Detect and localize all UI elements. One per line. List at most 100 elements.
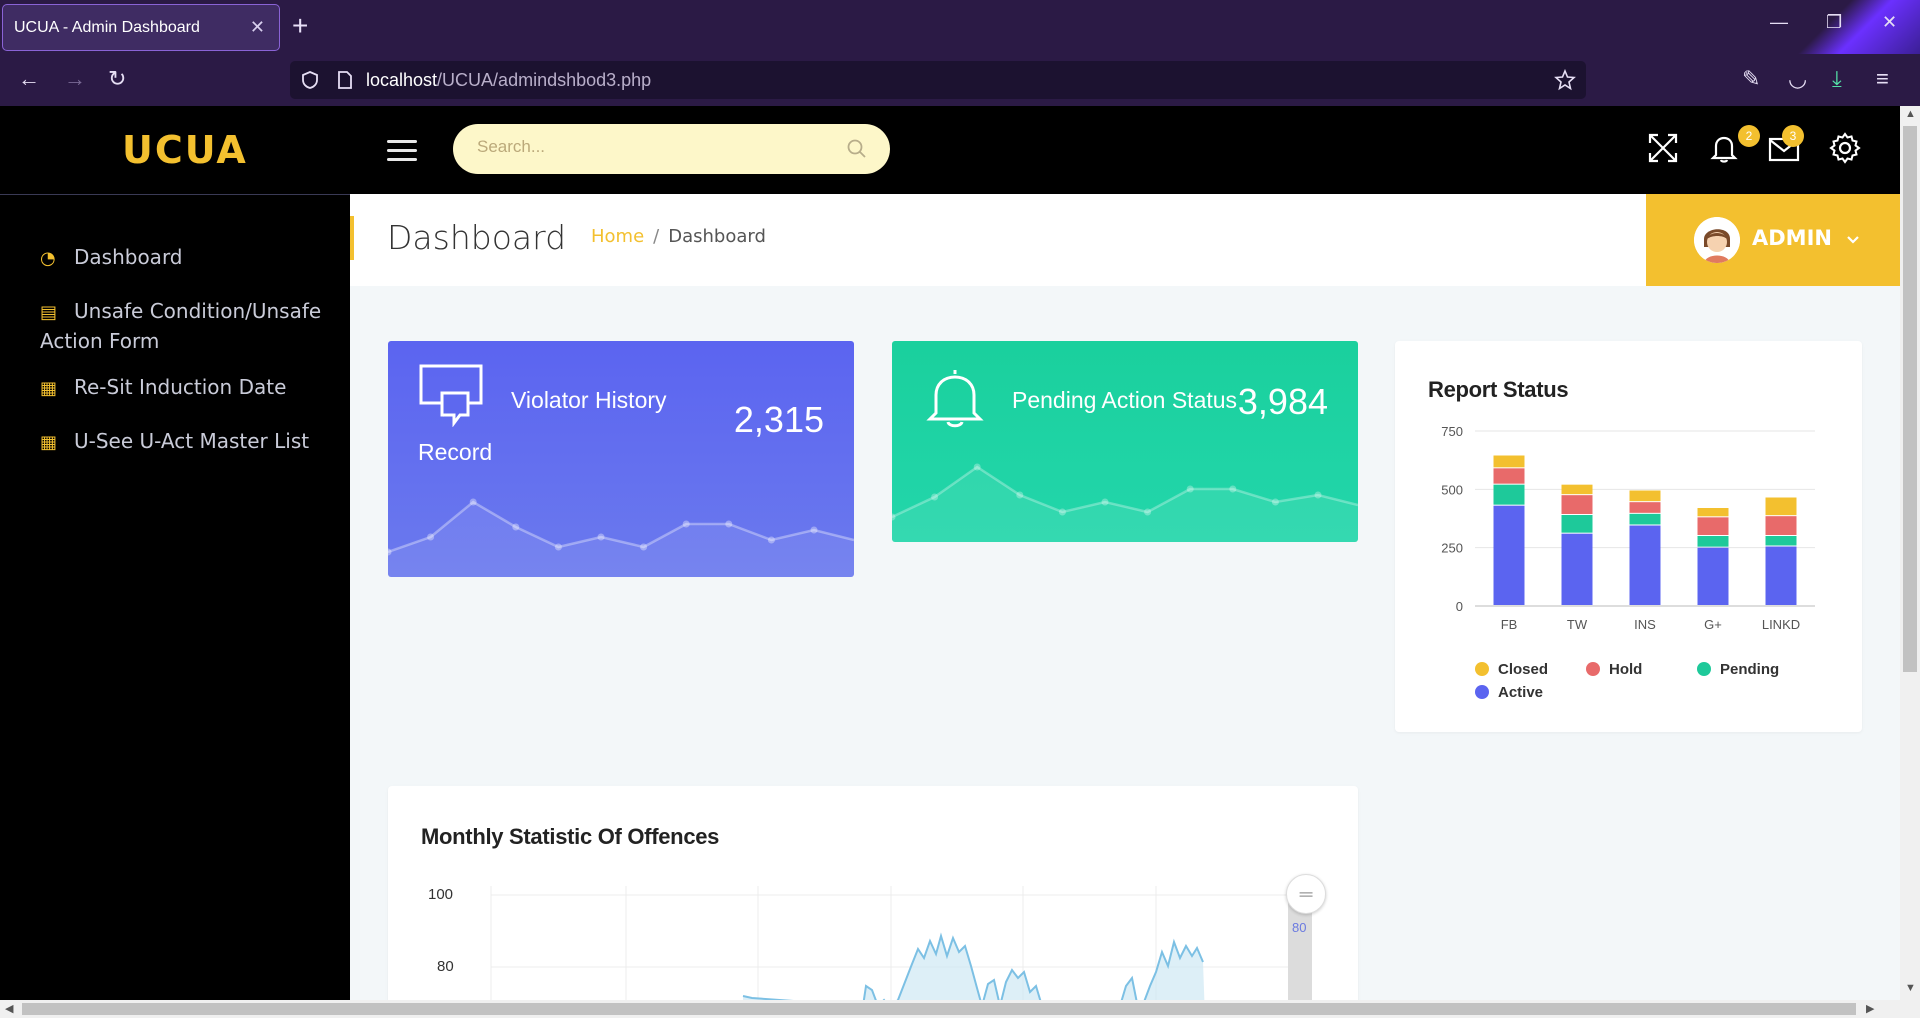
sparkline-point — [469, 498, 477, 506]
restore-icon[interactable]: ❐ — [1826, 12, 1842, 33]
sparkline-point — [973, 463, 981, 471]
legend-active[interactable]: Active — [1475, 684, 1543, 701]
sidebar-item-resit-date[interactable]: ▦ Re-Sit Induction Date — [40, 373, 330, 403]
bar-segment-hold — [1697, 517, 1729, 535]
new-tab-button[interactable]: + — [292, 10, 308, 42]
sidebar-item-label: U-See U-Act Master List — [74, 429, 310, 453]
document-icon: ▤ — [40, 302, 58, 323]
user-menu[interactable]: ADMIN — [1646, 194, 1900, 286]
close-tab-icon[interactable]: ✕ — [250, 17, 265, 38]
back-icon[interactable]: ← — [18, 66, 40, 92]
report-status-panel: Report Status 0 250 500 750 FB TW INS G+ LINKD C… — [1395, 341, 1862, 732]
sparkline-point — [767, 536, 775, 544]
legend-dot — [1586, 662, 1600, 676]
legend-hold[interactable]: Hold — [1586, 661, 1642, 678]
bar-segment-active — [1697, 547, 1729, 605]
sidebar-item-label: Re-Sit Induction Date — [74, 375, 287, 399]
fullscreen-icon[interactable] — [1647, 132, 1679, 164]
bookmark-star-icon[interactable] — [1554, 69, 1576, 91]
legend-closed[interactable]: Closed — [1475, 661, 1548, 678]
monthly-statistic-panel: Monthly Statistic Of Offences 100 80 ═ 8… — [388, 786, 1358, 1000]
scrollbar-thumb[interactable] — [1903, 126, 1917, 672]
sidebar-item-unsafe-form[interactable]: ▤ Unsafe Condition/Unsafe Action Form — [40, 297, 330, 355]
shield-icon — [302, 71, 318, 89]
sparkline-point — [1058, 508, 1066, 516]
sidebar-item-dashboard[interactable]: ◔ Dashboard — [40, 243, 330, 273]
violator-sparkline — [388, 498, 854, 577]
breadcrumb-home-link[interactable]: Home — [591, 226, 644, 247]
pocket-icon[interactable]: ◡ — [1788, 66, 1807, 92]
card-title: Violator History — [511, 387, 667, 413]
minimize-icon[interactable]: — — [1770, 12, 1788, 33]
sidebar-item-label: Unsafe Condition/Unsafe Action Form — [40, 299, 322, 353]
card-subtitle: Record — [418, 439, 493, 465]
violator-history-card[interactable]: Violator History Record 2,315 — [388, 341, 854, 577]
sparkline-point — [810, 526, 818, 534]
bar-segment-closed — [1697, 508, 1729, 517]
bar-segment-active — [1765, 546, 1797, 605]
sparkline-point — [640, 543, 648, 551]
bar-segment-pending — [1765, 536, 1797, 546]
legend-pending[interactable]: Pending — [1697, 661, 1779, 678]
search-box[interactable] — [453, 124, 890, 174]
sidebar: ◔ Dashboard ▤ Unsafe Condition/Unsafe Acti… — [0, 194, 350, 1000]
download-icon[interactable]: ⤓ — [1832, 66, 1842, 92]
notification-badge: 2 — [1738, 125, 1760, 147]
bar-segment-active — [1493, 505, 1525, 605]
sparkline-point — [682, 520, 690, 528]
pending-action-card[interactable]: Pending Action Status 3,984 — [892, 341, 1358, 542]
zoom-slider-handle[interactable]: ═ — [1286, 874, 1326, 914]
x-tick-label: FB — [1501, 617, 1518, 632]
bar-segment-pending — [1561, 515, 1593, 533]
browser-tab[interactable]: UCUA - Admin Dashboard ✕ — [2, 4, 280, 51]
scroll-left-arrow-icon[interactable]: ◀ — [5, 1002, 13, 1015]
y-tick-label: 250 — [1441, 541, 1463, 556]
hamburger-menu-icon[interactable] — [387, 140, 417, 162]
calendar-icon: ▦ — [40, 378, 58, 399]
vertical-scrollbar[interactable]: ▲ ▼ — [1900, 106, 1920, 1000]
app-topbar: UCUA 2 3 — [0, 106, 1900, 194]
legend-label: Hold — [1609, 661, 1643, 678]
sparkline-point — [1314, 491, 1322, 499]
scroll-up-arrow-icon[interactable]: ▲ — [1905, 108, 1916, 120]
scrollbar-thumb[interactable] — [22, 1003, 1856, 1015]
close-window-icon[interactable]: ✕ — [1882, 12, 1897, 33]
scroll-down-arrow-icon[interactable]: ▼ — [1905, 982, 1916, 994]
extension-icon[interactable]: ✎ — [1742, 66, 1760, 92]
page-icon — [338, 71, 352, 89]
breadcrumb: Home / Dashboard — [591, 226, 766, 247]
menu-icon[interactable]: ≡ — [1876, 66, 1889, 92]
bar-segment-pending — [1493, 484, 1525, 505]
browser-tabbar: UCUA - Admin Dashboard ✕ + — ❐ ✕ — [0, 0, 1920, 54]
url-path: /UCUA/admindshbod3.php — [437, 70, 652, 90]
horizontal-scrollbar[interactable]: ◀ ▶ — [0, 1000, 1920, 1018]
sparkline-point — [1271, 498, 1279, 506]
breadcrumb-current: Dashboard — [668, 226, 766, 247]
breadcrumb-separator: / — [653, 226, 660, 247]
y-tick-label: 100 — [428, 886, 454, 903]
card-value: 2,315 — [733, 399, 824, 440]
forward-icon[interactable]: → — [64, 66, 86, 92]
card-value: 3,984 — [1237, 381, 1328, 422]
scroll-right-arrow-icon[interactable]: ▶ — [1866, 1002, 1874, 1015]
search-input[interactable] — [477, 137, 817, 157]
bell-icon — [926, 370, 984, 428]
bar-segment-hold — [1493, 468, 1525, 484]
sidebar-item-master-list[interactable]: ▦ U-See U-Act Master List — [40, 427, 330, 457]
url-host: localhost — [366, 70, 438, 90]
legend-label: Active — [1498, 684, 1544, 701]
legend-dot — [1475, 685, 1489, 699]
bar-segment-closed — [1493, 455, 1525, 468]
settings-gear-icon[interactable] — [1829, 132, 1861, 164]
notification-bell-icon[interactable] — [1708, 132, 1740, 164]
sparkline-point — [427, 533, 435, 541]
tab-title: UCUA - Admin Dashboard — [14, 18, 200, 36]
bar-segment-closed — [1629, 490, 1661, 502]
sparkline-point — [931, 493, 939, 501]
reload-icon[interactable]: ↻ — [108, 66, 126, 92]
bar-segment-hold — [1765, 516, 1797, 535]
search-icon[interactable] — [846, 138, 868, 160]
report-status-chart: 0 250 500 750 FB TW INS G+ LINKD — [1441, 424, 1815, 632]
app-logo[interactable]: UCUA — [122, 128, 248, 172]
user-name: ADMIN — [1752, 226, 1832, 250]
